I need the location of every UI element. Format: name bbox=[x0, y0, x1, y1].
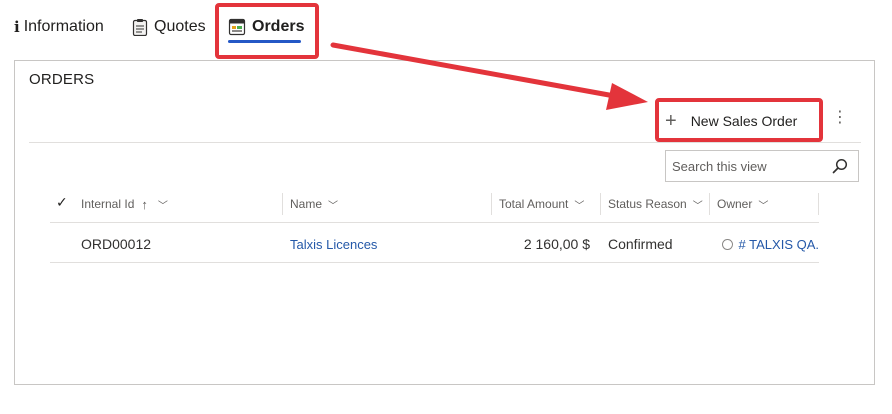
annotation-arrow bbox=[330, 42, 648, 110]
